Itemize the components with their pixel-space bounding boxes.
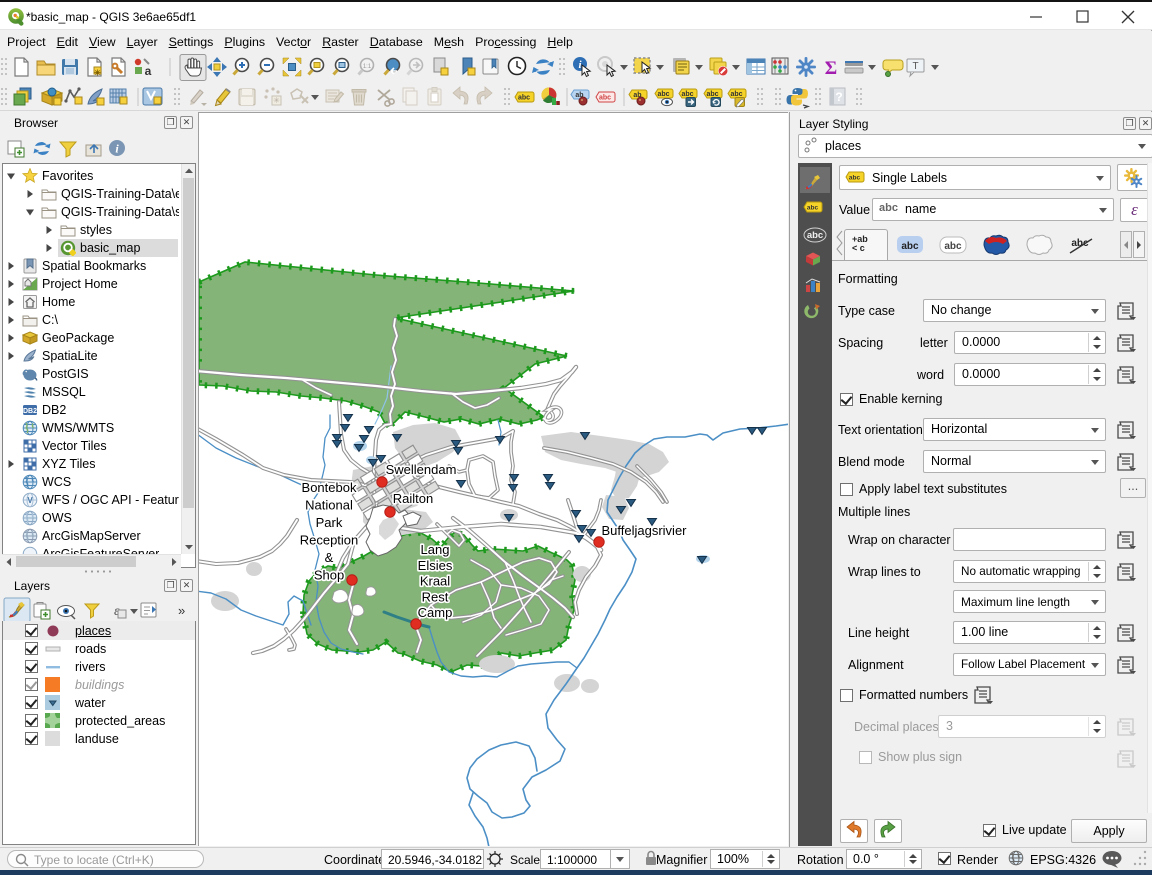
svg-text:?: ? [835, 90, 842, 104]
svg-text:Σ: Σ [825, 58, 837, 79]
svg-text:T: T [912, 61, 918, 72]
svg-text:✳: ✳ [273, 96, 280, 105]
svg-text:Lang: Lang [421, 542, 450, 557]
svg-text:abc: abc [849, 175, 861, 182]
svg-text:Buffeljagsrivier: Buffeljagsrivier [601, 523, 687, 538]
svg-text:Camp: Camp [418, 605, 453, 620]
svg-text:1:1: 1:1 [363, 64, 372, 70]
svg-text:DB2: DB2 [23, 408, 37, 415]
svg-text:✳: ✳ [94, 69, 101, 78]
svg-text:Rest: Rest [422, 589, 449, 604]
svg-text:Bontebok: Bontebok [302, 480, 357, 495]
svg-text:abc: abc [807, 205, 819, 212]
svg-text:V: V [27, 496, 33, 505]
svg-text:abc: abc [807, 230, 823, 241]
svg-text:Shop: Shop [314, 568, 344, 583]
svg-text:Swellendam: Swellendam [386, 462, 457, 477]
svg-text:abc: abc [901, 241, 919, 252]
svg-text:»: » [178, 603, 185, 618]
svg-text:Reception: Reception [300, 533, 359, 548]
svg-text:Kraal: Kraal [420, 574, 450, 589]
svg-text:Railton: Railton [393, 491, 433, 506]
svg-text:abc: abc [730, 91, 742, 98]
svg-text:abc: abc [681, 91, 693, 98]
svg-text:Elsies: Elsies [418, 558, 453, 573]
svg-text:abc: abc [599, 95, 611, 102]
svg-text:abc: abc [706, 91, 718, 98]
svg-text:a: a [145, 64, 152, 78]
svg-text:abc: abc [518, 95, 530, 102]
svg-text:abc: abc [1071, 238, 1089, 249]
svg-text:&: & [325, 550, 334, 565]
svg-text:National: National [305, 498, 353, 513]
svg-text:Park: Park [316, 515, 343, 530]
svg-text:abc: abc [944, 241, 962, 252]
svg-text:abc: abc [657, 91, 669, 98]
